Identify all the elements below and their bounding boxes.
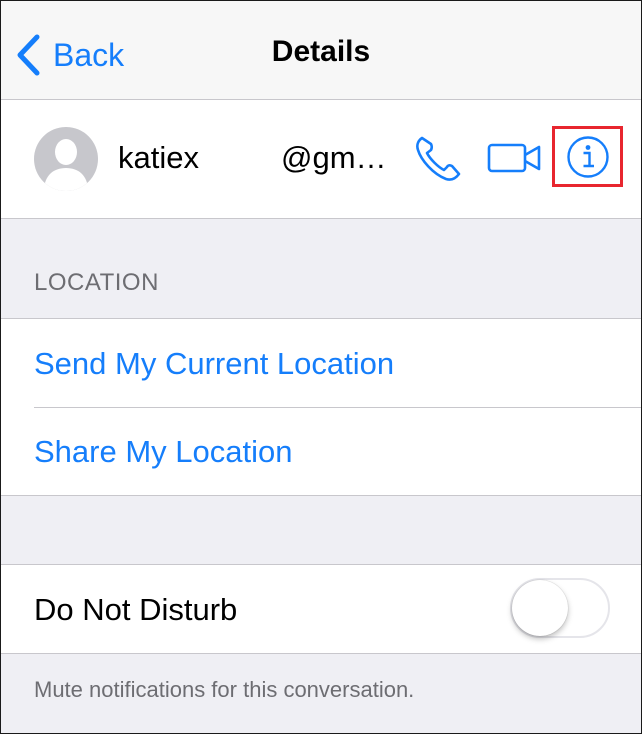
video-camera-icon [487,143,541,173]
location-group: Send My Current Location Share My Locati… [1,318,641,496]
page-title: Details [271,35,371,68]
contact-email: @gm… [281,140,387,175]
video-call-button[interactable] [487,142,543,181]
share-location-button[interactable]: Share My Location [34,434,292,470]
avatar [34,127,98,191]
contact-name: katiex [118,140,199,175]
info-button[interactable] [552,126,623,187]
do-not-disturb-label: Do Not Disturb [34,592,238,627]
contact-row: katiex @gm… [1,100,641,219]
info-icon [566,135,609,178]
call-button[interactable] [413,134,463,187]
send-current-location-button[interactable]: Send My Current Location [34,346,394,382]
person-silhouette-icon [44,139,88,191]
navigation-bar: Back Details [1,1,641,100]
phone-icon [416,136,461,181]
do-not-disturb-toggle[interactable] [510,578,610,638]
app-screen: Back Details katiex @gm… LOCATION Send M… [0,0,642,734]
do-not-disturb-footer: Mute notifications for this conversation… [34,677,415,702]
row-divider [34,407,641,408]
location-section-header: LOCATION [34,269,159,296]
toggle-knob [512,580,568,636]
do-not-disturb-group: Do Not Disturb [1,564,641,654]
